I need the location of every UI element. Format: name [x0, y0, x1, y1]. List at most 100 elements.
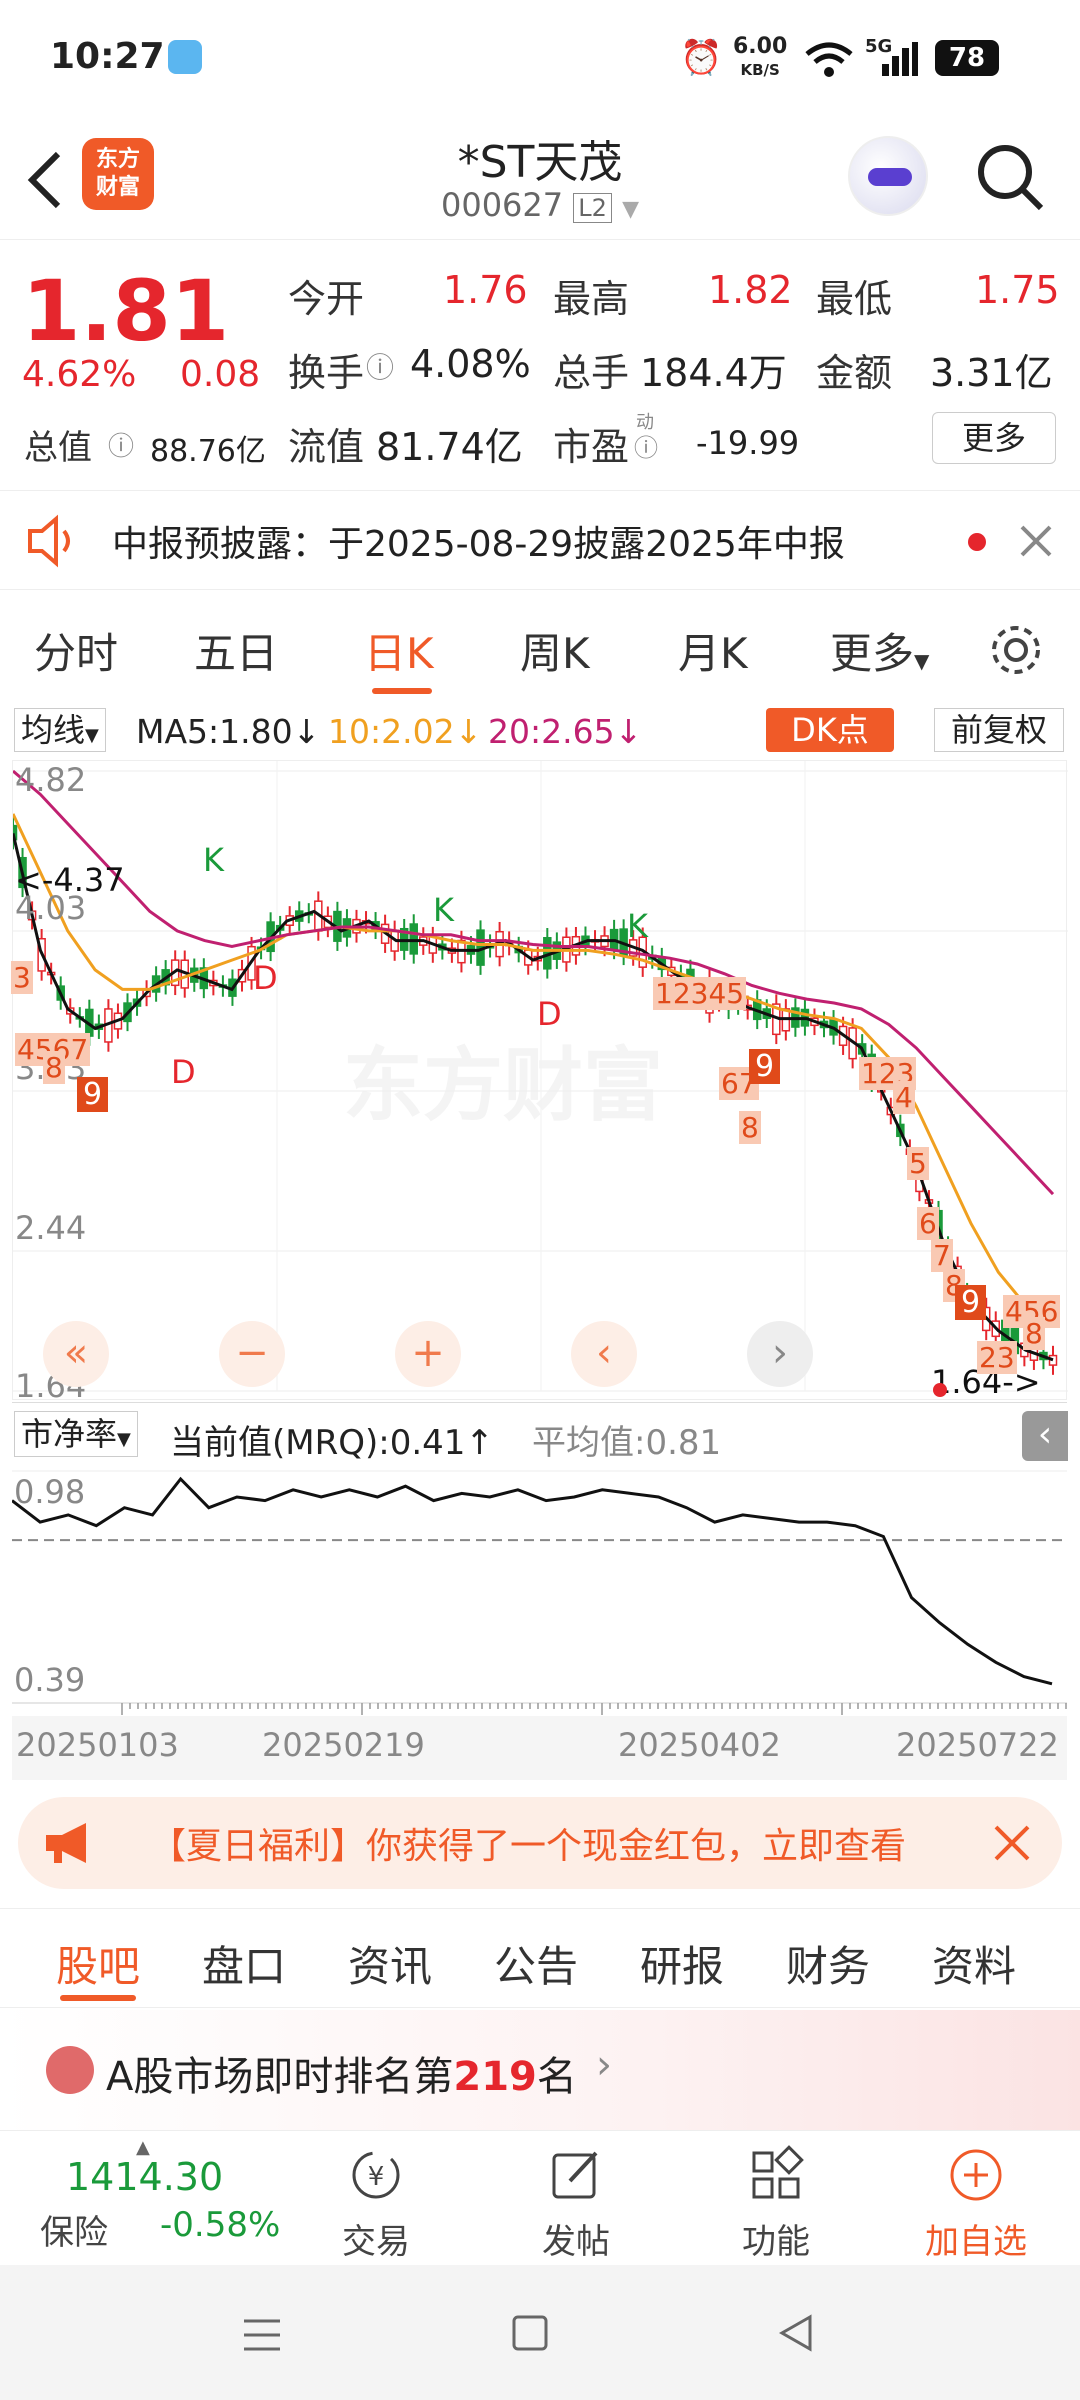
tab-pankou[interactable]: 盘口 [202, 1933, 286, 1994]
index-widget[interactable]: ▲ 1414.30 保险 -0.58% [36, 2137, 280, 2255]
zoom-in-button[interactable]: + [395, 1321, 461, 1387]
post-button[interactable]: 发帖 [516, 2145, 636, 2263]
pe-info-icon[interactable]: ⓘ [634, 428, 658, 463]
battery-level: 78 [948, 43, 986, 73]
back-nav-icon[interactable] [776, 2313, 816, 2353]
turnover-value: 4.08% [410, 342, 531, 386]
signal-icon [882, 42, 918, 76]
date-label: 20250103 [16, 1726, 179, 1764]
edit-icon [552, 2151, 598, 2199]
td-nine: 9 [77, 1077, 109, 1112]
chart-toolbar: 均线▼ MA5:1.80↓ 10:2.02↓ 20:2.65↓ DK点 前复权 [14, 706, 1066, 756]
app-logo[interactable]: 东方 财富 [82, 138, 154, 210]
tab-weekly-k[interactable]: 周K [520, 620, 590, 681]
low-value: 1.75 [975, 268, 1060, 312]
svg-text:¥: ¥ [368, 2162, 385, 2192]
date-label: 20250219 [262, 1726, 425, 1764]
ma20-legend: 20:2.65↓ [488, 712, 643, 751]
tab-monthly-k[interactable]: 月K [678, 620, 748, 681]
home-icon[interactable] [510, 2313, 550, 2353]
rank-prefix: A股市场即时排名第 [106, 2054, 454, 2100]
date-label: 20250722 [896, 1726, 1059, 1764]
ma10-legend: 10:2.02↓ [328, 712, 483, 751]
mktcap-label: 总值 [24, 428, 92, 468]
tab-research[interactable]: 研报 [640, 1933, 724, 1994]
chevron-down-icon: ▼ [914, 649, 930, 673]
trade-button[interactable]: ¥ 交易 [316, 2145, 436, 2263]
pb-line [12, 1476, 1053, 1686]
notice-bar[interactable]: 中报预披露：于2025-08-29披露2025年中报 [0, 490, 1080, 590]
max-annotation: <-4.37 [15, 861, 125, 899]
pb-average: 平均值:0.81 [532, 1423, 722, 1463]
promo-banner[interactable]: 【夏日福利】你获得了一个现金红包，立即查看 [18, 1797, 1062, 1889]
status-bar: 10:27 ⏰ 6.00 KB/S 5G 78 [0, 0, 1080, 120]
stock-code-row[interactable]: 000627 L2 ▼ [340, 186, 740, 224]
close-icon[interactable] [1016, 521, 1056, 561]
turnover-info-icon[interactable]: ⓘ [366, 346, 394, 386]
function-button[interactable]: 功能 [716, 2145, 836, 2263]
rank-number: 219 [453, 2054, 537, 2100]
collapse-arrow-icon[interactable]: ‹ [1022, 1411, 1068, 1461]
adjust-button[interactable]: 前复权 [934, 708, 1064, 752]
amount-value: 3.31亿 [930, 351, 1053, 395]
next-button[interactable]: › [747, 1321, 813, 1387]
net-speed-unit: KB/S [740, 61, 780, 79]
chevron-down-icon: ▼ [85, 725, 99, 746]
tab-profile[interactable]: 资料 [932, 1933, 1016, 1994]
fast-back-button[interactable]: « [43, 1321, 109, 1387]
pb-current: 当前值(MRQ):0.41↑ [170, 1423, 494, 1463]
robot-assistant-icon[interactable] [848, 136, 928, 216]
add-watchlist-label: 加自选 [925, 2222, 1027, 2262]
tab-finance[interactable]: 财务 [786, 1933, 870, 1994]
indicator-select[interactable]: 均线▼ [14, 708, 106, 752]
d-marker: D [171, 1053, 196, 1091]
td-count: 7 [931, 1239, 953, 1272]
quote-panel: 1.81 4.62% 0.08 总值 ⓘ 88.76亿 今开 1.76 最高 1… [0, 240, 1080, 490]
tab-more[interactable]: 更多▼ [830, 620, 929, 681]
pb-chart[interactable]: 0.98 0.39 [12, 1465, 1067, 1715]
d-marker: D [537, 995, 562, 1033]
ma5-legend: MA5:1.80↓ [136, 712, 321, 751]
current-price: 1.81 [22, 262, 230, 360]
more-button[interactable]: 更多 [932, 412, 1056, 464]
k-line-chart[interactable]: 东方财富 4.82 4.03 3.23 2.44 1.64 <-4.37 1.6… [11, 760, 1068, 1405]
high-value: 1.82 [708, 268, 793, 312]
system-nav-bar [0, 2265, 1080, 2400]
tab-intraday[interactable]: 分时 [34, 620, 118, 681]
tab-news[interactable]: 资讯 [348, 1933, 432, 1994]
trade-icon: ¥ [352, 2151, 400, 2199]
gear-icon[interactable] [988, 622, 1044, 678]
dk-button[interactable]: DK点 [766, 708, 894, 752]
k-marker: K [203, 841, 224, 879]
back-icon[interactable] [22, 148, 66, 212]
float-value: 81.74亿 [376, 425, 523, 469]
zoom-out-button[interactable]: − [219, 1321, 285, 1387]
rank-chart-icon [46, 2046, 94, 2094]
info-icon[interactable]: ⓘ [108, 426, 134, 463]
pe-value: -19.99 [696, 424, 800, 462]
net-speed-value: 6.00 [733, 34, 788, 59]
k-marker: K [433, 891, 454, 929]
alarm-icon: ⏰ [680, 38, 723, 78]
rank-row[interactable]: A股市场即时排名第219名 › [0, 2010, 1080, 2130]
pb-toolbar: 市净率▼ 当前值(MRQ):0.41↑ 平均值:0.81 ‹ [12, 1402, 1068, 1464]
pb-chart-svg [12, 1470, 1067, 1715]
search-icon[interactable] [975, 142, 1047, 214]
y-tick-1: 4.82 [15, 761, 87, 799]
add-watchlist-button[interactable]: 加自选 [916, 2145, 1036, 2263]
indicator-label: 均线 [21, 711, 86, 749]
index-value: 1414.30 [66, 2155, 224, 2199]
tab-daily-k[interactable]: 日K [364, 620, 434, 681]
net-speed: 6.00 KB/S [733, 36, 787, 81]
tab-five-day[interactable]: 五日 [194, 620, 278, 681]
prev-button[interactable]: ‹ [571, 1321, 637, 1387]
tab-guba[interactable]: 股吧 [56, 1933, 140, 1994]
pb-current-value: 当前值(MRQ):0.41 [170, 1423, 466, 1463]
open-label: 今开 [288, 277, 365, 321]
menu-icon[interactable] [240, 2315, 284, 2355]
tab-announcements[interactable]: 公告 [494, 1933, 578, 1994]
open-value: 1.76 [443, 268, 528, 312]
pb-indicator-select[interactable]: 市净率▼ [14, 1411, 138, 1457]
td-count: 4 [893, 1081, 915, 1114]
close-icon[interactable] [990, 1821, 1034, 1865]
